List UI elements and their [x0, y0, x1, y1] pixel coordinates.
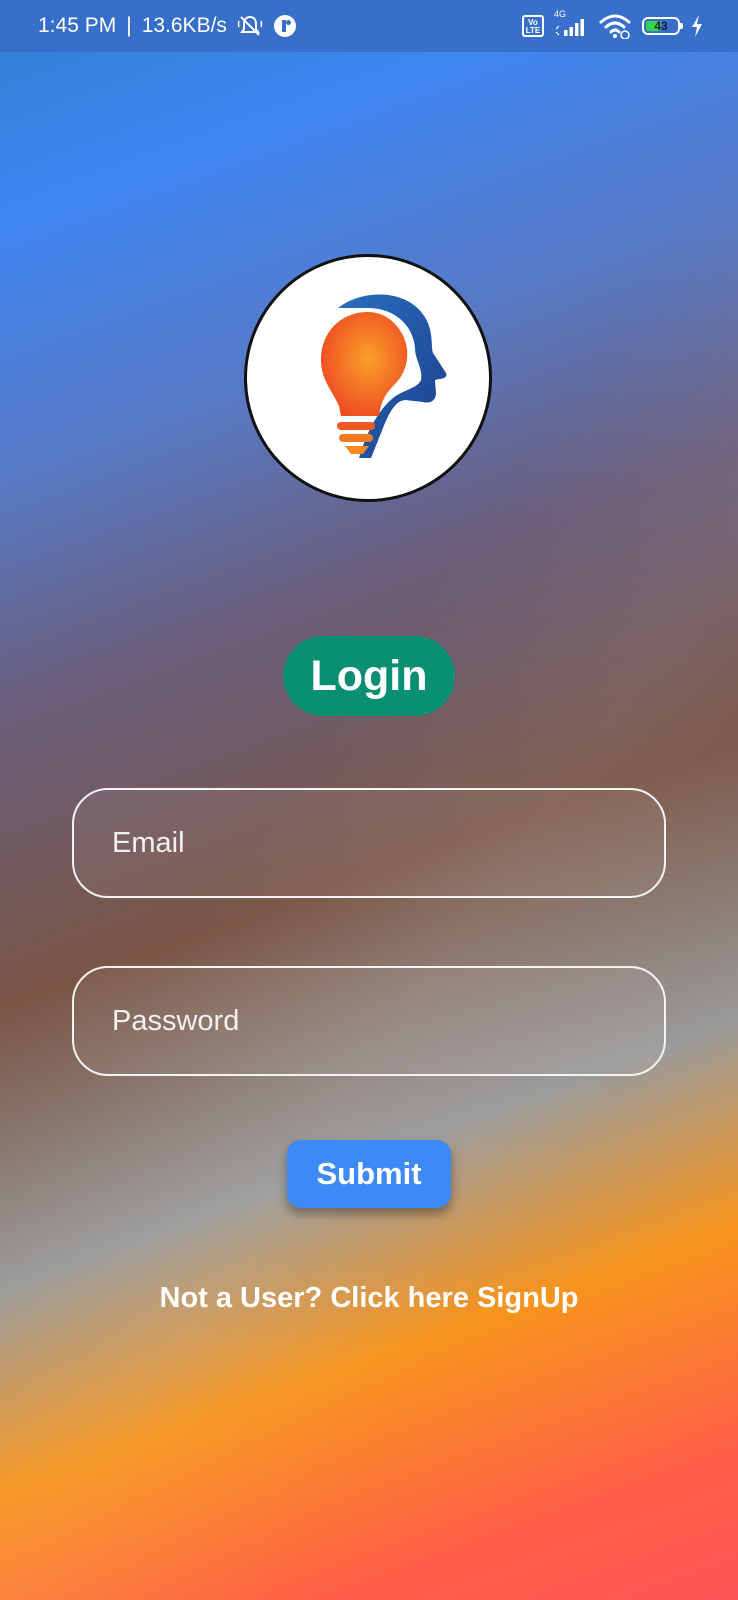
password-field[interactable] — [72, 966, 666, 1076]
network-type-label: 4G — [554, 9, 567, 19]
signal-icon: 4G — [554, 9, 588, 37]
signup-link[interactable]: Not a User? Click here SignUp — [0, 1282, 738, 1315]
status-net-speed: 13.6KB/s — [141, 14, 227, 37]
submit-button[interactable]: Submit — [287, 1140, 451, 1208]
status-bar-right: Vo LTE 4G 43 — [522, 9, 704, 39]
password-input[interactable] — [74, 968, 664, 1074]
status-bar: 1:45 PM | 13.6KB/s Vo LTE 4G 43 — [0, 0, 738, 52]
app-logo — [244, 254, 492, 502]
head-lightbulb-logo-icon — [321, 294, 447, 458]
status-bar-left: 1:45 PM | 13.6KB/s — [38, 13, 297, 39]
login-title: Login — [283, 636, 455, 716]
battery-level: 43 — [654, 19, 668, 33]
email-input[interactable] — [74, 790, 664, 896]
charging-icon — [690, 14, 704, 38]
status-separator: | — [126, 14, 132, 37]
status-time: 1:45 PM — [38, 14, 117, 37]
volte-icon: Vo LTE — [522, 15, 544, 37]
silent-bell-icon — [237, 13, 263, 39]
email-field[interactable] — [72, 788, 666, 898]
wifi-icon — [598, 13, 632, 39]
app-notification-icon — [273, 14, 297, 38]
volte-bottom-label: LTE — [525, 25, 541, 35]
login-screen: 1:45 PM | 13.6KB/s Vo LTE 4G 43 Login Em… — [0, 0, 738, 1600]
battery-icon: 43 — [642, 17, 683, 35]
